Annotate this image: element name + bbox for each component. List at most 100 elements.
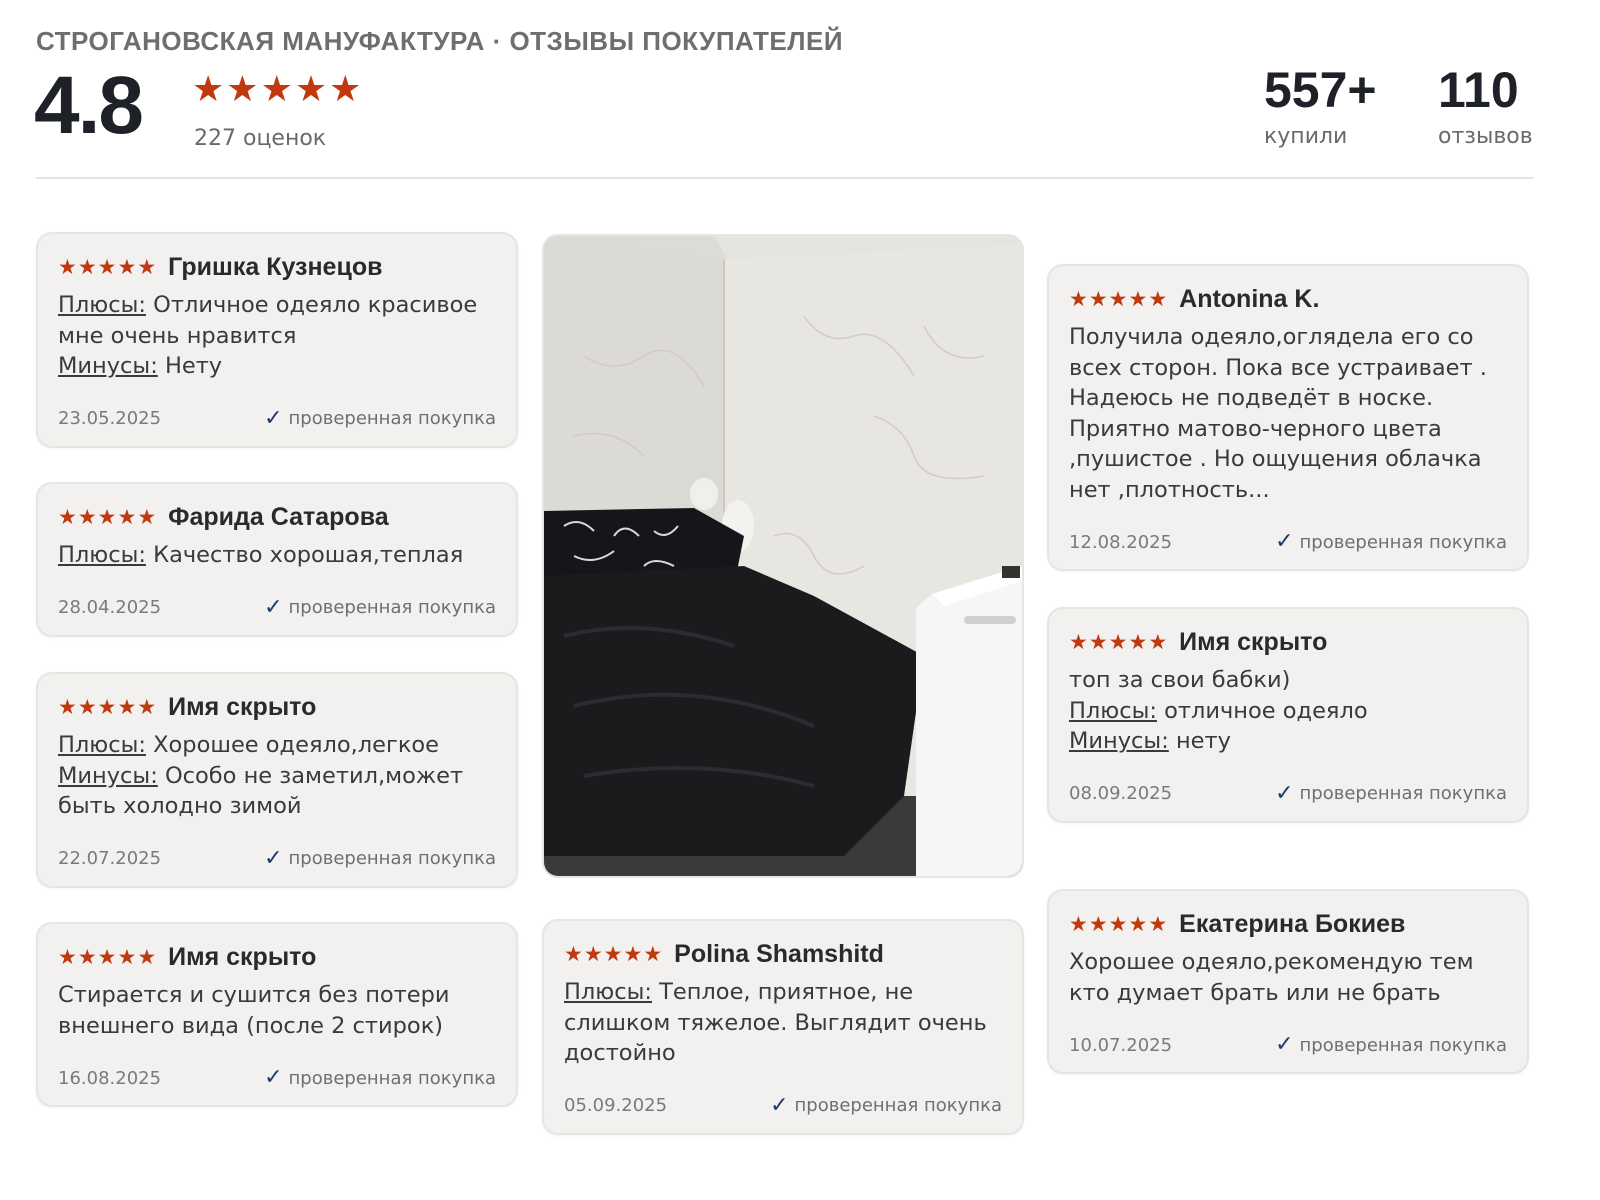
review-stars: ★ ★ ★ ★ ★ [564, 942, 662, 966]
checkmark-icon: ✓ [264, 1065, 283, 1090]
reviews-value: 110 [1438, 62, 1519, 118]
star-icon: ★ [226, 69, 259, 110]
review-card[interactable]: ★ ★ ★ ★ ★ Antonina K. Получила одеяло,огляде… [1047, 264, 1529, 571]
verified-purchase: ✓ проверенная покупка [770, 1092, 1002, 1118]
verified-label: проверенная покупка [288, 408, 496, 429]
star-icon: ★ [58, 255, 77, 279]
review-date: 28.04.2025 [58, 597, 162, 618]
star-icon: ★ [1108, 912, 1128, 936]
review-cons: Нету [164, 353, 223, 379]
reviews-label: отзывов [1438, 124, 1533, 149]
star-icon: ★ [58, 695, 77, 719]
star-icon: ★ [1069, 912, 1088, 936]
checkmark-icon: ✓ [770, 1092, 789, 1118]
review-author: Polina Shamshitd [674, 939, 884, 968]
cons-label: Минусы: [58, 353, 158, 379]
star-icon: ★ [294, 69, 328, 110]
checkmark-icon: ✓ [1275, 780, 1294, 806]
verified-label: проверенная покупка [1299, 531, 1507, 553]
star-icon: ★ [329, 69, 362, 110]
star-icon: ★ [1069, 630, 1088, 654]
review-cons: нету [1175, 728, 1231, 754]
verified-purchase: ✓ проверенная покупка [1275, 1032, 1507, 1057]
review-body: топ за свои бабки) Плюсы: отличное одеял… [1069, 665, 1507, 757]
review-card[interactable]: ★ ★ ★ ★ ★ Имя скрыто Плюсы: Хорошее одеяло,л… [36, 672, 518, 888]
verified-purchase: ✓ проверенная покупка [264, 845, 496, 871]
star-icon: ★ [1088, 630, 1108, 654]
checkmark-icon: ✓ [1275, 529, 1294, 554]
review-card[interactable]: ★ ★ ★ ★ ★ Фарида Сатарова Плюсы: Качество хо… [36, 482, 518, 637]
review-stars: ★ ★ ★ ★ ★ [1069, 630, 1167, 654]
star-icon: ★ [260, 69, 293, 110]
star-icon: ★ [1148, 912, 1168, 936]
star-icon: ★ [97, 255, 117, 279]
star-icon: ★ [192, 69, 225, 110]
review-stars: ★ ★ ★ ★ ★ [1069, 287, 1167, 311]
review-card[interactable]: ★ ★ ★ ★ ★ Екатерина Бокиев Хорошее одеяло,ре… [1047, 889, 1529, 1074]
review-stars: ★ ★ ★ ★ ★ [58, 695, 156, 719]
cons-label: Минусы: [1069, 728, 1169, 754]
verified-label: проверенная покупка [288, 848, 496, 869]
star-icon: ★ [1088, 912, 1108, 936]
star-icon: ★ [77, 945, 97, 969]
review-body: Хорошее одеяло,рекомендую тем кто думает… [1069, 949, 1474, 1006]
review-date: 23.05.2025 [58, 408, 162, 429]
star-icon: ★ [58, 945, 77, 969]
review-card[interactable]: ★ ★ ★ ★ ★ Гришка Кузнецов Плюсы: Отличное од… [36, 232, 518, 448]
star-icon: ★ [564, 942, 583, 966]
review-card[interactable]: ★ ★ ★ ★ ★ Имя скрыто Стирается и сушится без… [36, 922, 518, 1107]
star-icon: ★ [97, 695, 117, 719]
ratings-count: 227 оценок [194, 126, 327, 151]
verified-label: проверенная покупка [1299, 1034, 1507, 1056]
stat-bought: 557+ купили [1264, 60, 1377, 149]
review-card[interactable]: ★ ★ ★ ★ ★ Polina Shamshitd Плюсы: Теплое, пр… [542, 919, 1024, 1135]
review-text: топ за свои бабки) [1069, 667, 1291, 693]
star-icon: ★ [1128, 912, 1148, 936]
star-icon: ★ [137, 695, 157, 719]
verified-purchase: ✓ проверенная покупка [264, 594, 496, 620]
review-author: Гришка Кузнецов [168, 252, 383, 281]
verified-purchase: ✓ проверенная покупка [264, 1065, 496, 1090]
bought-label: купили [1264, 124, 1348, 149]
star-icon: ★ [1128, 630, 1148, 654]
star-icon: ★ [1108, 287, 1128, 311]
review-card[interactable]: ★ ★ ★ ★ ★ Имя скрыто топ за свои бабки) Плюс… [1047, 607, 1529, 823]
review-body: Стирается и сушится без потери внешнего … [58, 982, 450, 1039]
checkmark-icon: ✓ [264, 845, 283, 871]
review-date: 22.07.2025 [58, 848, 162, 869]
star-icon: ★ [117, 695, 137, 719]
verified-purchase: ✓ проверенная покупка [1275, 780, 1507, 806]
checkmark-icon: ✓ [264, 405, 283, 431]
pros-label: Плюсы: [58, 732, 146, 758]
star-icon: ★ [1148, 630, 1168, 654]
review-body: Плюсы: Отличное одеяло красивое мне очен… [58, 290, 496, 382]
verified-label: проверенная покупка [288, 1067, 496, 1089]
star-icon: ★ [117, 255, 137, 279]
review-author: Имя скрыто [168, 692, 317, 721]
star-icon: ★ [1088, 287, 1108, 311]
checkmark-icon: ✓ [264, 594, 283, 620]
review-author: Фарида Сатарова [168, 502, 389, 531]
review-body: Плюсы: Качество хорошая,теплая [58, 540, 496, 571]
cons-label: Минусы: [58, 762, 158, 789]
stat-reviews: 110 отзывов [1438, 60, 1533, 149]
pros-label: Плюсы: [1069, 697, 1157, 724]
verified-label: проверенная покупка [794, 1095, 1002, 1116]
review-stars: ★ ★ ★ ★ ★ [58, 505, 156, 529]
star-icon: ★ [1108, 630, 1128, 654]
star-icon: ★ [643, 942, 663, 966]
verified-purchase: ✓ проверенная покупка [1275, 529, 1507, 554]
star-icon: ★ [97, 945, 117, 969]
review-stars: ★ ★ ★ ★ ★ [58, 945, 156, 969]
review-date: 16.08.2025 [58, 1067, 162, 1089]
review-author: Екатерина Бокиев [1179, 909, 1406, 938]
review-stars: ★ ★ ★ ★ ★ [1069, 912, 1167, 936]
page-title: СТРОГАНОВСКАЯ МАНУФАКТУРА · ОТЗЫВЫ ПОКУП… [36, 26, 844, 56]
star-icon: ★ [77, 695, 97, 719]
checkmark-icon: ✓ [1275, 1032, 1294, 1057]
bedroom-photo-illustration [544, 236, 1022, 876]
review-body: Плюсы: Хорошее одеяло,легкое Минусы: Осо… [58, 730, 496, 822]
star-icon: ★ [1148, 287, 1168, 311]
star-icon: ★ [117, 505, 137, 529]
review-photo[interactable] [542, 234, 1024, 878]
